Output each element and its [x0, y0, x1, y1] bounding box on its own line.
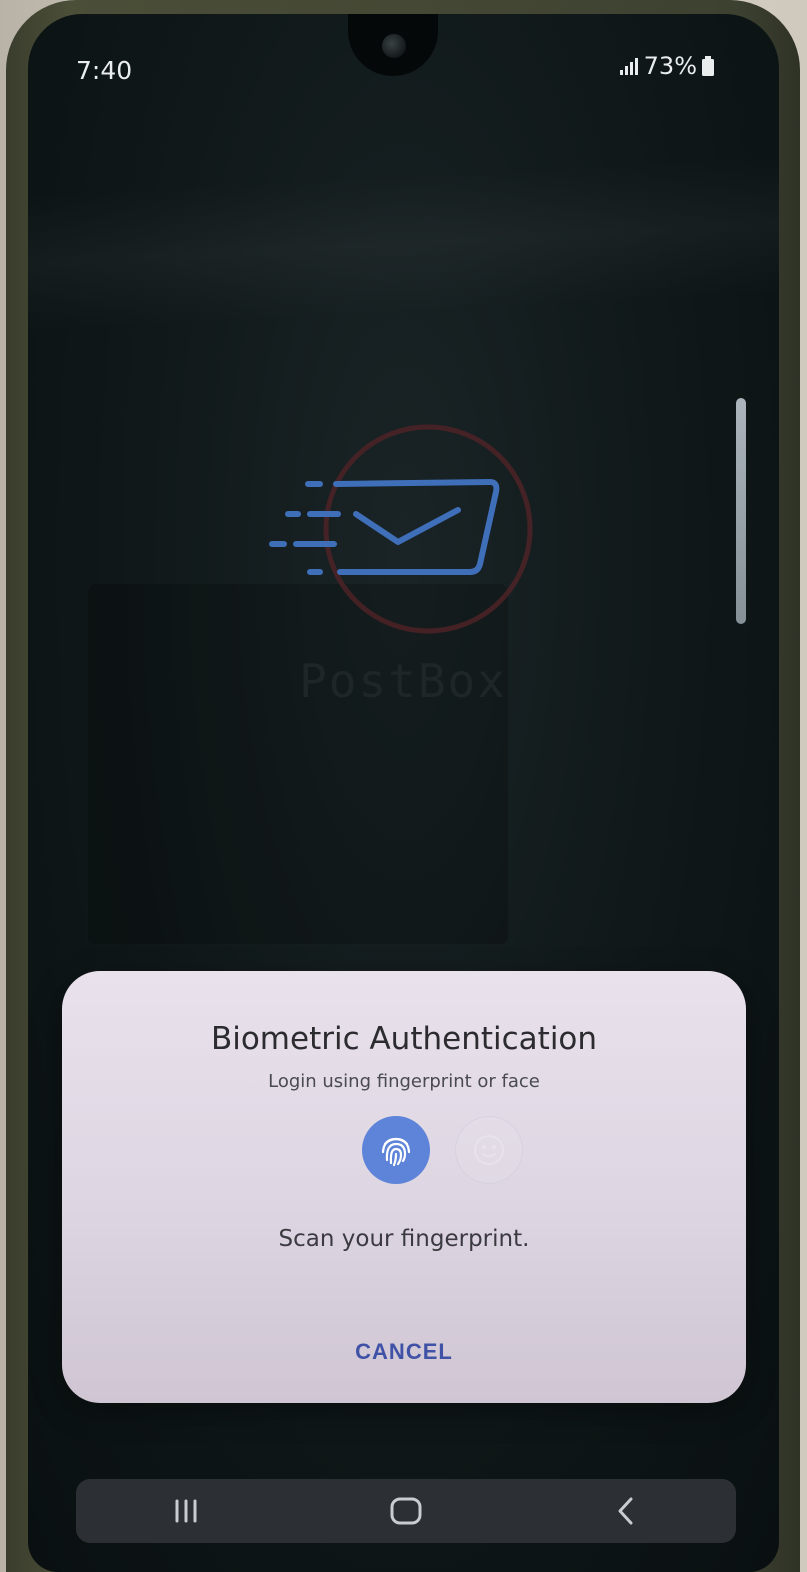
navigation-bar — [76, 1479, 736, 1543]
battery-percent: 73% — [643, 52, 697, 80]
biometric-dialog: Biometric Authentication Login using fin… — [62, 971, 746, 1403]
screen-glare — [28, 154, 779, 334]
scan-message: Scan your fingerprint. — [278, 1226, 530, 1252]
dialog-title: Biometric Authentication — [210, 1021, 598, 1057]
home-button[interactable] — [361, 1483, 451, 1539]
phone-screen: 7:40 73% PostBox Biometric Authenticatio… — [28, 14, 779, 1572]
recents-icon — [175, 1499, 197, 1523]
app-brand-name: PostBox — [299, 654, 507, 708]
face-icon — [474, 1135, 504, 1165]
cancel-button[interactable]: CANCEL — [324, 1329, 484, 1375]
front-camera-icon — [382, 34, 406, 58]
back-button[interactable] — [581, 1483, 671, 1539]
dialog-subtitle: Login using fingerprint or face — [268, 1071, 540, 1092]
recents-button[interactable] — [141, 1483, 231, 1539]
fingerprint-method-button[interactable] — [362, 1116, 430, 1184]
home-icon — [390, 1497, 422, 1525]
back-icon — [618, 1497, 633, 1525]
signal-bars-icon — [619, 58, 638, 75]
face-method-button[interactable] — [455, 1116, 523, 1184]
envelope-speed-icon — [269, 424, 533, 634]
scroll-indicator[interactable] — [736, 398, 746, 624]
battery-icon — [702, 56, 714, 76]
status-time: 7:40 — [76, 56, 133, 85]
fingerprint-icon — [381, 1137, 411, 1167]
status-indicators: 73% — [618, 52, 715, 80]
